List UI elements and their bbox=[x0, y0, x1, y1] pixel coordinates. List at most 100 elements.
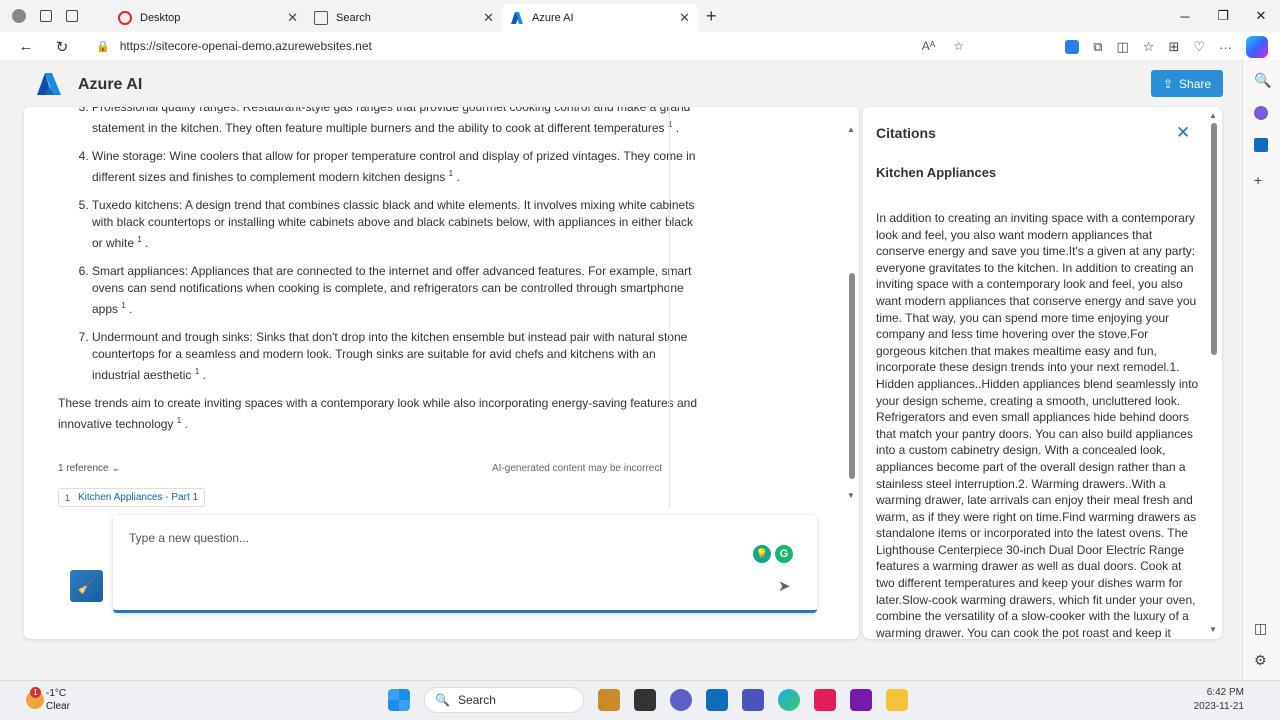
weather-desc: Clear bbox=[46, 701, 70, 712]
answer-summary: These trends aim to create inviting spac… bbox=[58, 396, 697, 431]
sidebar-toggle-icon[interactable]: ◫ bbox=[1254, 620, 1267, 637]
add-icon[interactable]: + bbox=[1254, 172, 1262, 188]
search-icon[interactable]: 🔍 bbox=[1254, 72, 1271, 89]
scrollbar-thumb[interactable] bbox=[1211, 123, 1217, 355]
taskbar-search[interactable]: 🔍 Search bbox=[424, 687, 584, 713]
weather-temp: -1°C bbox=[46, 688, 67, 699]
extensions-icon[interactable]: ⧉ bbox=[1093, 39, 1102, 55]
tab-search[interactable]: Search ✕ bbox=[306, 4, 502, 32]
list-item: Professional quality ranges: Restaurant-… bbox=[92, 107, 698, 137]
windows-start-icon[interactable] bbox=[388, 689, 410, 711]
url-text[interactable]: https://sitecore-openai-demo.azurewebsit… bbox=[120, 39, 372, 53]
citation-heading: Kitchen Appliances bbox=[876, 165, 997, 180]
question-input[interactable]: Type a new question... 💡 G ➤ bbox=[113, 515, 817, 613]
close-icon[interactable]: ✕ bbox=[287, 10, 298, 26]
taskbar-search-label: Search bbox=[457, 693, 496, 707]
workspaces-icon[interactable] bbox=[40, 10, 52, 22]
briefcase-icon[interactable] bbox=[598, 689, 620, 711]
page: Azure AI ⇪ Share Professional quality ra… bbox=[0, 60, 1242, 680]
citations-scrollbar[interactable]: ▲ ▼ bbox=[1209, 111, 1219, 635]
share-label: Share bbox=[1179, 76, 1212, 91]
answer-list: Professional quality ranges: Restaurant-… bbox=[58, 107, 698, 384]
address-bar[interactable]: 🔒 https://sitecore-openai-demo.azurewebs… bbox=[88, 34, 974, 58]
scroll-down-arrow-icon[interactable]: ▼ bbox=[1209, 625, 1217, 634]
restore-button[interactable]: ❐ bbox=[1204, 0, 1242, 32]
collections-icon[interactable]: ⊞ bbox=[1168, 39, 1179, 55]
windows-taskbar: 1 -1°C Clear 🔍 Search 6:42 PM 2023-11-21 bbox=[0, 680, 1280, 720]
app-title: Azure AI bbox=[78, 76, 143, 93]
tab-label: Azure AI bbox=[532, 12, 574, 24]
share-icon: ⇪ bbox=[1162, 76, 1174, 91]
shopping-icon[interactable] bbox=[1254, 106, 1268, 120]
onenote-icon[interactable] bbox=[850, 689, 872, 711]
read-aloud-icon[interactable]: Aᴬ bbox=[922, 39, 935, 53]
favorite-star-icon[interactable]: ☆ bbox=[953, 39, 964, 53]
citation-sup[interactable]: 1 bbox=[449, 169, 453, 178]
list-item: Wine storage: Wine coolers that allow fo… bbox=[92, 148, 698, 186]
list-item: Undermount and trough sinks: Sinks that … bbox=[92, 329, 698, 384]
page-icon bbox=[314, 11, 328, 25]
references-toggle[interactable]: 1 reference ⌄ bbox=[58, 463, 120, 474]
new-tab-button[interactable]: + bbox=[706, 6, 717, 27]
close-icon[interactable]: ✕ bbox=[1176, 123, 1190, 143]
more-menu-icon[interactable]: ··· bbox=[1219, 40, 1232, 55]
settings-gear-icon[interactable]: ⚙ bbox=[1254, 652, 1267, 669]
task-view-icon[interactable] bbox=[634, 689, 656, 711]
reference-chip[interactable]: 1 Kitchen Appliances - Part 1 bbox=[58, 488, 206, 507]
teams-icon[interactable] bbox=[742, 689, 764, 711]
chat-icon[interactable] bbox=[670, 689, 692, 711]
divider bbox=[669, 107, 670, 507]
refresh-icon[interactable]: ↻ bbox=[44, 38, 80, 56]
scroll-up-arrow-icon[interactable]: ▲ bbox=[1209, 111, 1217, 120]
clock-date: 2023-11-21 bbox=[1193, 701, 1244, 712]
chevron-down-icon: ⌄ bbox=[111, 463, 120, 474]
browser-essentials-icon[interactable]: ♡ bbox=[1193, 39, 1205, 55]
grammar-suggest-icon[interactable]: 💡 bbox=[753, 545, 771, 563]
browser-tab-bar: Desktop ✕ Search ✕ Azure AI ✕ + ─ ❐ ✕ bbox=[0, 0, 1280, 32]
list-item: Tuxedo kitchens: A design trend that com… bbox=[92, 197, 698, 252]
file-explorer-icon[interactable] bbox=[886, 689, 908, 711]
close-icon[interactable]: ✕ bbox=[679, 10, 690, 26]
profile-icon[interactable] bbox=[12, 9, 26, 23]
clock-time: 6:42 PM bbox=[1206, 687, 1244, 698]
tab-azure-ai[interactable]: Azure AI ✕ bbox=[502, 4, 698, 32]
tab-label: Desktop bbox=[140, 12, 181, 24]
outlook-icon[interactable] bbox=[706, 689, 728, 711]
back-icon[interactable]: ← bbox=[8, 38, 44, 55]
copilot-icon[interactable] bbox=[1246, 36, 1268, 58]
tab-label: Search bbox=[336, 12, 371, 24]
citation-sup[interactable]: 1 bbox=[177, 416, 181, 425]
question-placeholder: Type a new question... bbox=[129, 531, 250, 545]
scrollbar-thumb[interactable] bbox=[849, 273, 855, 479]
clear-chat-button[interactable]: 🧹 bbox=[70, 570, 103, 602]
citations-title: Citations bbox=[876, 125, 936, 141]
tab-desktop[interactable]: Desktop ✕ bbox=[110, 4, 306, 32]
minimize-button[interactable]: ─ bbox=[1166, 0, 1204, 32]
edge-icon[interactable] bbox=[778, 689, 800, 711]
broom-icon: 🧹 bbox=[77, 577, 96, 594]
notification-badge: 1 bbox=[30, 687, 41, 698]
slack-icon[interactable] bbox=[814, 689, 836, 711]
close-window-button[interactable]: ✕ bbox=[1242, 0, 1280, 32]
shield-extension-icon[interactable] bbox=[1065, 40, 1080, 54]
weather-widget[interactable]: 1 -1°C Clear bbox=[26, 687, 70, 713]
scroll-up-arrow-icon[interactable]: ▲ bbox=[847, 125, 855, 134]
send-icon[interactable]: ➤ bbox=[778, 577, 791, 595]
vertical-tabs-icon[interactable] bbox=[66, 10, 78, 22]
edge-sidebar: 🔍 + ◫ ⚙ bbox=[1242, 60, 1280, 680]
close-icon[interactable]: ✕ bbox=[483, 10, 494, 26]
grammarly-icon[interactable]: G bbox=[775, 545, 793, 563]
system-clock[interactable]: 6:42 PM 2023-11-21 bbox=[1194, 686, 1244, 714]
azure-icon bbox=[510, 11, 524, 25]
azure-logo-icon bbox=[37, 73, 61, 95]
citation-sup[interactable]: 1 bbox=[195, 367, 199, 376]
citation-sup[interactable]: 1 bbox=[121, 301, 125, 310]
scroll-down-arrow-icon[interactable]: ▼ bbox=[847, 491, 855, 500]
share-button[interactable]: ⇪ Share bbox=[1151, 70, 1223, 97]
chat-scrollbar[interactable]: ▲ ▼ bbox=[847, 125, 857, 507]
outlook-icon[interactable] bbox=[1254, 138, 1268, 152]
favorites-icon[interactable]: ☆ bbox=[1143, 39, 1155, 55]
lock-icon[interactable]: 🔒 bbox=[96, 40, 110, 53]
split-screen-icon[interactable]: ◫ bbox=[1116, 39, 1128, 55]
citation-sup[interactable]: 1 bbox=[137, 235, 141, 244]
